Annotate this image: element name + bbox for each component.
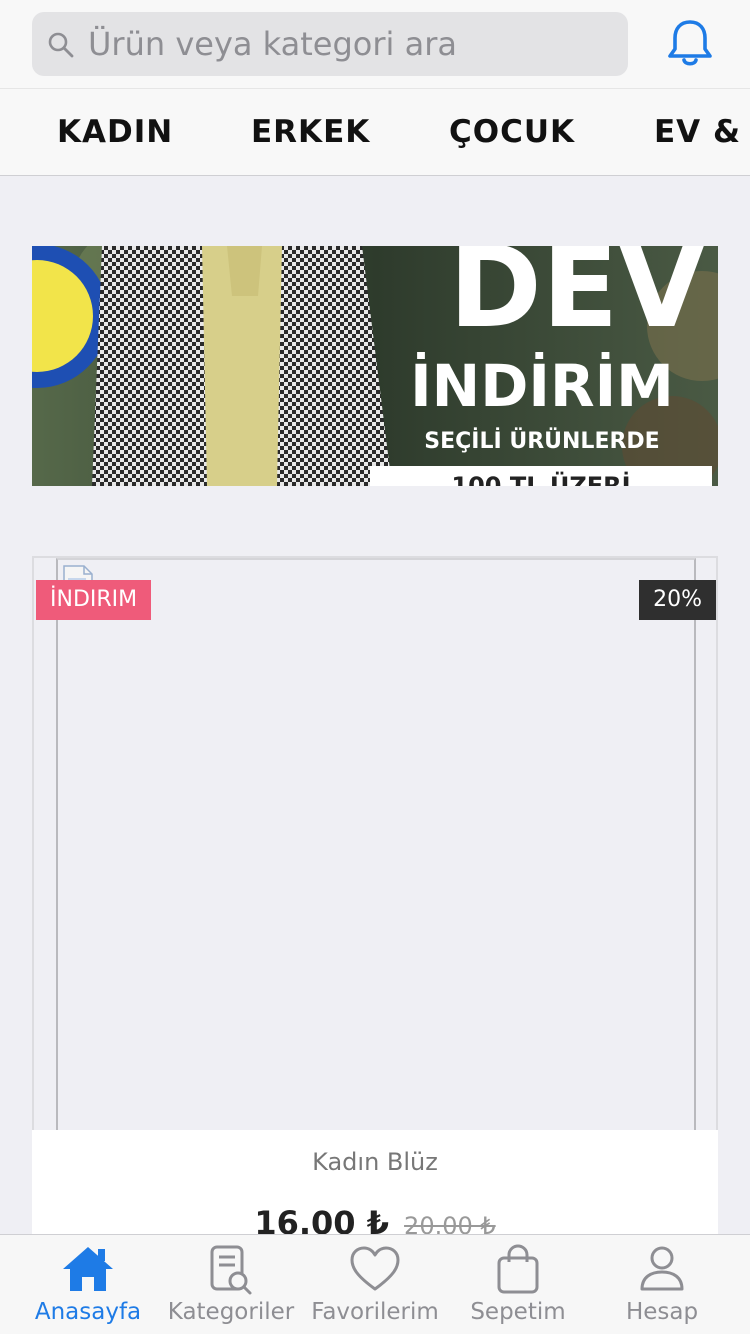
bell-icon <box>668 20 712 66</box>
banner-line: SEÇİLİ ÜRÜNLERDE <box>424 428 659 454</box>
discount-badge: 20% <box>639 580 716 620</box>
product-card[interactable]: İNDIRIM 20% Kadın Blüz 16.00 ₺ 20.00 ₺ <box>32 556 718 1250</box>
product-image[interactable] <box>56 558 696 1132</box>
category-tab-erkek[interactable]: ERKEK <box>251 89 370 175</box>
tab-label: Hesap <box>625 1299 699 1325</box>
promo-banner[interactable]: DEV İNDİRİM SEÇİLİ ÜRÜNLERDE 100 TL ÜZER… <box>32 246 718 486</box>
banner-image: DEV İNDİRİM SEÇİLİ ÜRÜNLERDE 100 TL ÜZER… <box>32 246 718 486</box>
search-icon <box>48 32 74 58</box>
category-tab-ev[interactable]: EV & <box>654 89 741 175</box>
top-header <box>0 0 750 88</box>
category-tab-cocuk[interactable]: ÇOCUK <box>449 89 575 175</box>
bottom-tab-bar: Anasayfa Kategoriler Favorilerim Sepetim… <box>0 1234 750 1334</box>
product-name[interactable]: Kadın Blüz <box>32 1148 718 1176</box>
app-screen: KADIN ERKEK ÇOCUK EV & <box>0 0 750 1334</box>
tab-hesap[interactable]: Hesap <box>587 1235 737 1334</box>
tab-kategoriler[interactable]: Kategoriler <box>156 1235 306 1334</box>
notifications-button[interactable] <box>660 14 720 74</box>
home-icon <box>63 1247 113 1291</box>
search-input[interactable] <box>88 12 618 76</box>
search-bar[interactable] <box>32 12 628 76</box>
heart-icon <box>350 1246 400 1291</box>
tab-sepetim[interactable]: Sepetim <box>443 1235 593 1334</box>
tab-favorilerim[interactable]: Favorilerim <box>300 1235 450 1334</box>
catalog-search-icon <box>210 1245 252 1295</box>
category-tab-kadin[interactable]: KADIN <box>57 89 173 175</box>
user-icon <box>640 1246 684 1291</box>
sale-badge: İNDIRIM <box>36 580 152 620</box>
bag-icon <box>497 1244 539 1294</box>
category-tabs: KADIN ERKEK ÇOCUK EV & <box>0 88 750 176</box>
banner-footer: 100 TL ÜZERİ <box>451 470 630 486</box>
banner-title: DEV <box>449 246 705 353</box>
product-info: Kadın Blüz 16.00 ₺ 20.00 ₺ <box>32 1130 718 1250</box>
banner-subtitle: İNDİRİM <box>410 351 674 420</box>
tab-anasayfa[interactable]: Anasayfa <box>13 1235 163 1334</box>
